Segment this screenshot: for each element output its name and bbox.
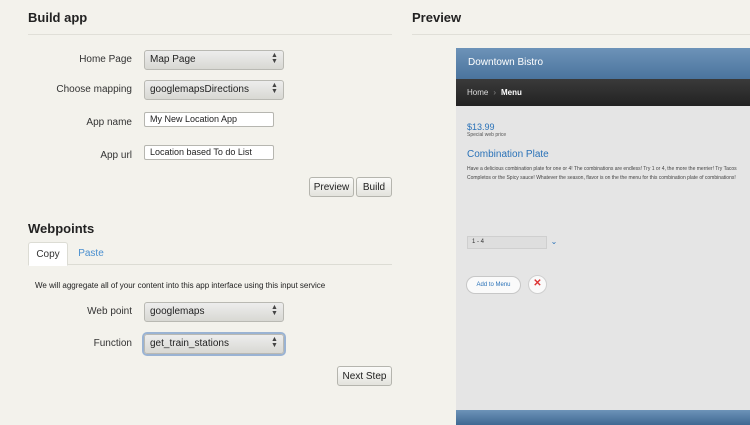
breadcrumb-separator: › xyxy=(493,88,497,97)
app-preview-frame: Downtown Bistro Home › Menu $13.99 Special… xyxy=(456,48,750,425)
build-button[interactable]: Build xyxy=(356,177,392,197)
function-label: Function xyxy=(93,338,132,349)
build-app-title: Build app xyxy=(28,10,88,25)
next-step-button[interactable]: Next Step xyxy=(337,366,392,386)
choose-mapping-row: Choose mapping googlemapsDirections ▲ ▼ xyxy=(0,80,300,102)
function-row: Function get_train_stations ▲ ▼ xyxy=(0,334,300,356)
preview-item-description: Have a delicious combination plate for o… xyxy=(467,166,737,181)
choose-mapping-label: Choose mapping xyxy=(56,84,132,95)
app-url-input[interactable]: Location based To do List xyxy=(144,145,274,160)
preview-button[interactable]: Preview xyxy=(309,177,354,197)
updown-arrows-icon: ▲ ▼ xyxy=(271,336,278,349)
preview-quantity-value: 1 - 4 xyxy=(472,239,485,245)
preview-price: $13.99 xyxy=(467,122,495,132)
function-value: get_train_stations xyxy=(150,338,229,349)
build-divider xyxy=(28,34,392,35)
function-select[interactable]: get_train_stations ▲ ▼ xyxy=(144,334,284,354)
breadcrumb-home[interactable]: Home xyxy=(467,88,488,97)
web-point-value: googlemaps xyxy=(150,306,205,317)
preview-item-title: Combination Plate xyxy=(467,149,549,160)
home-page-label: Home Page xyxy=(79,54,132,65)
webpoints-tabs: Copy Paste xyxy=(28,242,392,266)
tab-copy[interactable]: Copy xyxy=(28,242,68,266)
app-name-label: App name xyxy=(86,117,132,128)
home-page-select[interactable]: Map Page ▲ ▼ xyxy=(144,50,284,70)
app-name-row: App name My New Location App xyxy=(0,112,300,134)
choose-mapping-value: googlemapsDirections xyxy=(150,84,249,95)
preview-price-note: Special web price xyxy=(467,132,507,138)
app-url-label: App url xyxy=(100,150,132,161)
app-name-input[interactable]: My New Location App xyxy=(144,112,274,127)
tab-paste[interactable]: Paste xyxy=(76,242,106,266)
web-point-label: Web point xyxy=(87,306,132,317)
preview-quantity-select[interactable]: 1 - 4 ⌄ xyxy=(467,236,557,249)
updown-arrows-icon: ▲ ▼ xyxy=(271,82,278,95)
remove-icon[interactable]: ✕ xyxy=(528,275,547,294)
web-point-select[interactable]: googlemaps ▲ ▼ xyxy=(144,302,284,322)
breadcrumb-current: Menu xyxy=(501,88,522,97)
webpoints-title: Webpoints xyxy=(28,221,95,236)
updown-arrows-icon: ▲ ▼ xyxy=(271,52,278,65)
home-page-value: Map Page xyxy=(150,54,196,65)
preview-divider xyxy=(412,34,750,35)
preview-app-header: Downtown Bistro xyxy=(456,48,750,79)
preview-title: Preview xyxy=(412,10,462,25)
chevron-down-icon: ⌄ xyxy=(550,237,558,246)
updown-arrows-icon: ▲ ▼ xyxy=(271,304,278,317)
webpoints-description: We will aggregate all of your content in… xyxy=(35,281,326,290)
app-url-row: App url Location based To do List xyxy=(0,145,300,167)
preview-app-footer xyxy=(456,410,750,425)
preview-breadcrumb: Home › Menu xyxy=(456,79,750,106)
home-page-row: Home Page Map Page ▲ ▼ xyxy=(0,50,300,72)
choose-mapping-select[interactable]: googlemapsDirections ▲ ▼ xyxy=(144,80,284,100)
web-point-row: Web point googlemaps ▲ ▼ xyxy=(0,302,300,324)
add-to-menu-button[interactable]: Add to Menu xyxy=(466,276,521,294)
preview-app-title: Downtown Bistro xyxy=(468,57,544,68)
